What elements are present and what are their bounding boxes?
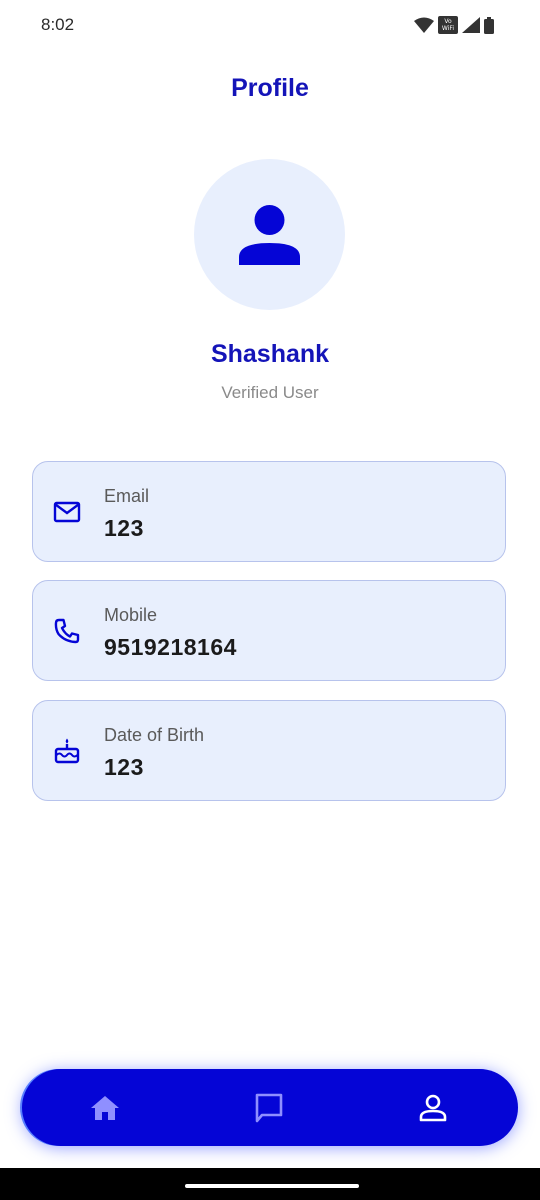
home-indicator[interactable]: [185, 1184, 359, 1188]
chat-icon: [255, 1093, 283, 1123]
nav-profile-button[interactable]: [416, 1091, 450, 1125]
cake-icon: [54, 738, 80, 764]
verified-status: Verified User: [221, 383, 319, 402]
mobile-value: 9519218164: [104, 634, 237, 660]
wifi-icon: [414, 17, 434, 33]
phone-icon: [54, 618, 80, 644]
user-name: Shashank: [210, 340, 330, 368]
dob-label: Date of Birth: [104, 725, 205, 745]
email-label: Email: [104, 486, 150, 506]
page-title: Profile: [231, 74, 309, 102]
avatar: [194, 159, 345, 310]
gesture-bar: [0, 1168, 540, 1200]
status-icons: Vo WiFi: [414, 16, 494, 34]
email-value: 123: [104, 515, 144, 541]
vowifi-icon: Vo WiFi: [438, 16, 458, 34]
bottom-nav: [22, 1069, 518, 1146]
email-card[interactable]: Email 123: [32, 461, 506, 562]
home-icon: [91, 1096, 119, 1120]
status-bar: 8:02 Vo WiFi: [0, 0, 540, 50]
mobile-label: Mobile: [104, 605, 158, 625]
nav-chat-button[interactable]: [252, 1091, 286, 1125]
battery-icon: [484, 16, 494, 34]
nav-home-button[interactable]: [88, 1091, 122, 1125]
mail-icon: [53, 501, 81, 523]
dob-card[interactable]: Date of Birth 123: [32, 700, 506, 801]
person-icon: [239, 205, 300, 265]
dob-value: 123: [104, 754, 144, 780]
signal-icon: [462, 17, 480, 33]
mobile-card[interactable]: Mobile 9519218164: [32, 580, 506, 681]
profile-icon: [419, 1094, 447, 1122]
status-time: 8:02: [41, 15, 75, 34]
